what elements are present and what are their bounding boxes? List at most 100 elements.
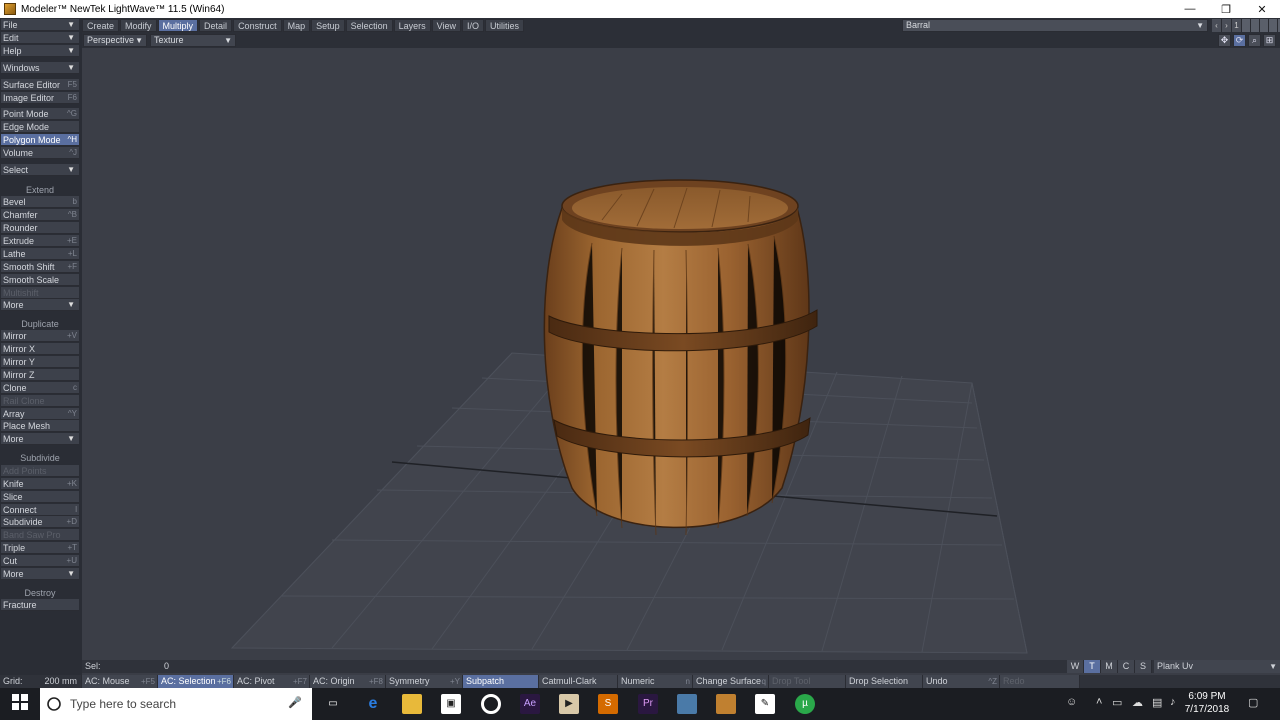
place-mesh-button[interactable]: Place Mesh bbox=[1, 420, 79, 432]
subdivide-more-dropdown[interactable]: More ▼ bbox=[1, 568, 79, 580]
layer-slot[interactable] bbox=[1242, 19, 1251, 32]
layer-slot[interactable] bbox=[1269, 19, 1278, 32]
polygon-mode-button[interactable]: Polygon Mode ^H bbox=[1, 134, 79, 146]
connect-button[interactable]: Connect l bbox=[1, 504, 79, 516]
ac-selection-button[interactable]: AC: Selection +F6 bbox=[158, 675, 234, 688]
media-player-icon[interactable]: ▶ bbox=[559, 694, 579, 714]
extend-more-dropdown[interactable]: More ▼ bbox=[1, 299, 79, 311]
subpatch-button[interactable]: Subpatch bbox=[463, 675, 539, 688]
point-mode-button[interactable]: Point Mode ^G bbox=[1, 108, 79, 120]
after-effects-icon[interactable]: Ae bbox=[520, 694, 540, 714]
tab-create[interactable]: Create bbox=[82, 19, 120, 32]
windows-menu[interactable]: Windows ▼ bbox=[1, 62, 79, 74]
file-explorer-icon[interactable] bbox=[402, 694, 422, 714]
texture-map-button[interactable]: T bbox=[1084, 660, 1101, 673]
bevel-button[interactable]: Bevel b bbox=[1, 196, 79, 208]
smooth-scale-button[interactable]: Smooth Scale bbox=[1, 274, 79, 286]
tab-setup[interactable]: Setup bbox=[311, 19, 345, 32]
layer-next-icon[interactable]: › bbox=[1222, 19, 1232, 32]
tab-multiply[interactable]: Multiply bbox=[157, 19, 199, 32]
color-map-button[interactable]: C bbox=[1118, 660, 1135, 673]
smooth-shift-button[interactable]: Smooth Shift +F bbox=[1, 261, 79, 273]
undo-button[interactable]: Undo ^Z bbox=[923, 675, 1000, 688]
rail-clone-button[interactable]: Rail Clone bbox=[1, 395, 79, 407]
layer-slot[interactable] bbox=[1260, 19, 1269, 32]
tab-map[interactable]: Map bbox=[282, 19, 311, 32]
object-selector[interactable]: Barral ▼ bbox=[902, 19, 1208, 32]
selection-set-button[interactable]: S bbox=[1135, 660, 1152, 673]
render-mode-dropdown[interactable]: Texture ▼ bbox=[150, 34, 236, 47]
cut-button[interactable]: Cut +U bbox=[1, 555, 79, 567]
ac-pivot-button[interactable]: AC: Pivot +F7 bbox=[234, 675, 310, 688]
restore-button[interactable]: ❐ bbox=[1208, 0, 1244, 18]
layer-slot[interactable] bbox=[1251, 19, 1260, 32]
ac-mouse-button[interactable]: AC: Mouse +F5 bbox=[82, 675, 158, 688]
multishift-button[interactable]: Multishift bbox=[1, 287, 79, 299]
drop-selection-button[interactable]: Drop Selection bbox=[846, 675, 923, 688]
utorrent-icon[interactable]: µ bbox=[795, 694, 815, 714]
notepad-icon[interactable]: ✎ bbox=[755, 694, 775, 714]
edge-browser-icon[interactable]: e bbox=[363, 694, 383, 714]
battery-icon[interactable]: ▭ bbox=[1112, 696, 1122, 709]
rotate-icon[interactable]: ⟳ bbox=[1233, 34, 1246, 47]
redo-button[interactable]: Redo bbox=[1000, 675, 1080, 688]
image-editor-button[interactable]: Image Editor F6 bbox=[1, 92, 79, 104]
tray-chevron-icon[interactable]: ˄ bbox=[1096, 696, 1102, 708]
help-menu[interactable]: Help ▼ bbox=[1, 45, 79, 57]
extrude-button[interactable]: Extrude +E bbox=[1, 235, 79, 247]
layer-prev-icon[interactable]: ‹ bbox=[1212, 19, 1222, 32]
clone-button[interactable]: Clone c bbox=[1, 382, 79, 394]
view-type-dropdown[interactable]: Perspective ▼ bbox=[83, 34, 147, 47]
tab-modify[interactable]: Modify bbox=[120, 19, 157, 32]
volume-icon[interactable]: ♪ bbox=[1170, 696, 1176, 708]
drop-tool-button[interactable]: Drop Tool bbox=[769, 675, 846, 688]
chrome-icon[interactable] bbox=[481, 694, 501, 714]
tab-construct[interactable]: Construct bbox=[233, 19, 282, 32]
tab-selection[interactable]: Selection bbox=[345, 19, 393, 32]
knife-button[interactable]: Knife +K bbox=[1, 478, 79, 490]
triple-button[interactable]: Triple +T bbox=[1, 542, 79, 554]
maximize-viewport-icon[interactable]: ⊞ bbox=[1263, 34, 1276, 47]
tab-layers[interactable]: Layers bbox=[393, 19, 431, 32]
volume-button[interactable]: Volume ^J bbox=[1, 147, 79, 159]
cloud-icon[interactable]: ☁ bbox=[1132, 696, 1143, 709]
sublime-icon[interactable]: S bbox=[598, 694, 618, 714]
rounder-button[interactable]: Rounder bbox=[1, 222, 79, 234]
tab-detail[interactable]: Detail bbox=[199, 19, 233, 32]
mirror-x-button[interactable]: Mirror X bbox=[1, 343, 79, 355]
people-icon[interactable]: ☺ bbox=[1066, 696, 1077, 708]
minimize-button[interactable]: — bbox=[1172, 0, 1208, 18]
mirror-y-button[interactable]: Mirror Y bbox=[1, 356, 79, 368]
tab-io[interactable]: I/O bbox=[462, 19, 485, 32]
file-menu[interactable]: File ▼ bbox=[1, 19, 79, 31]
tab-utilities[interactable]: Utilities bbox=[485, 19, 525, 32]
weight-map-button[interactable]: W bbox=[1067, 660, 1084, 673]
lightwave-taskbar-icon[interactable] bbox=[716, 694, 736, 714]
chamfer-button[interactable]: Chamfer ^B bbox=[1, 209, 79, 221]
subdivide-button[interactable]: Subdivide +D bbox=[1, 516, 79, 528]
add-points-button[interactable]: Add Points bbox=[1, 465, 79, 477]
taskbar-clock[interactable]: 6:09 PM 7/17/2018 bbox=[1182, 690, 1232, 716]
premiere-icon[interactable]: Pr bbox=[638, 694, 658, 714]
action-center-icon[interactable]: ▢ bbox=[1248, 696, 1258, 709]
array-button[interactable]: Array ^Y bbox=[1, 408, 79, 420]
slice-button[interactable]: Slice bbox=[1, 491, 79, 503]
tab-view[interactable]: View bbox=[431, 19, 462, 32]
perspective-viewport[interactable] bbox=[82, 48, 1280, 660]
mirror-button[interactable]: Mirror +V bbox=[1, 330, 79, 342]
pan-move-icon[interactable]: ✥ bbox=[1218, 34, 1231, 47]
edit-menu[interactable]: Edit ▼ bbox=[1, 32, 79, 44]
taskbar-search-box[interactable]: Type here to search 🎤 bbox=[40, 688, 312, 720]
fracture-button[interactable]: Fracture bbox=[1, 599, 79, 611]
duplicate-more-dropdown[interactable]: More ▼ bbox=[1, 433, 79, 445]
subpatch-type-dropdown[interactable]: Catmull-Clark bbox=[539, 675, 618, 688]
band-saw-pro-button[interactable]: Band Saw Pro bbox=[1, 529, 79, 541]
ac-origin-button[interactable]: AC: Origin +F8 bbox=[310, 675, 386, 688]
app-icon[interactable] bbox=[677, 694, 697, 714]
change-surface-button[interactable]: Change Surface q bbox=[693, 675, 769, 688]
lathe-button[interactable]: Lathe +L bbox=[1, 248, 79, 260]
task-view-icon[interactable]: ▭ bbox=[323, 694, 343, 714]
close-button[interactable]: ✕ bbox=[1244, 0, 1280, 18]
store-icon[interactable]: ▣ bbox=[441, 694, 461, 714]
numeric-button[interactable]: Numeric n bbox=[618, 675, 693, 688]
